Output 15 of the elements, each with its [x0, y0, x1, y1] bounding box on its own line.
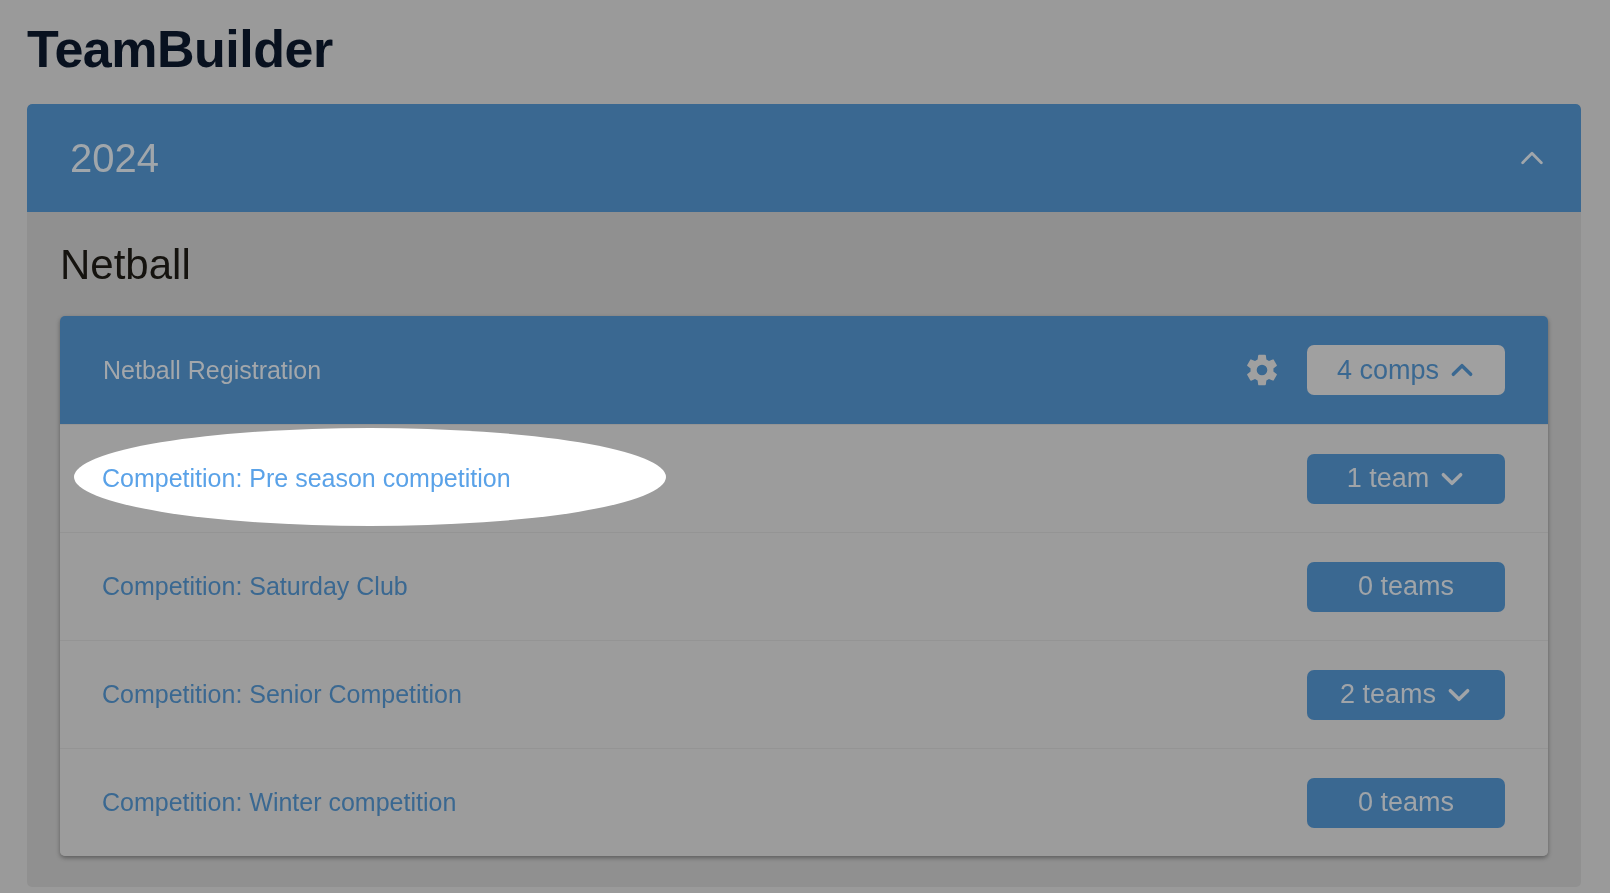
- teams-button[interactable]: 1 team: [1307, 453, 1505, 504]
- teams-button[interactable]: 2 teams: [1307, 669, 1505, 720]
- sport-heading: Netball: [59, 240, 192, 290]
- app-title: TeamBuilder: [27, 19, 334, 80]
- competition-link[interactable]: Competition: Senior Competition: [102, 680, 1307, 709]
- registration-title: Netball Registration: [103, 355, 323, 385]
- teams-button[interactable]: 0 teams: [1307, 561, 1505, 612]
- teams-button[interactable]: 0 teams: [1307, 777, 1505, 828]
- year-panel-header[interactable]: 2024: [27, 104, 1581, 212]
- competition-link[interactable]: Competition: Saturday Club: [102, 572, 1307, 601]
- settings-icon[interactable]: [1245, 353, 1279, 387]
- competition-link[interactable]: Competition: Pre season competition: [102, 464, 1307, 493]
- competition-link[interactable]: Competition: Winter competition: [102, 788, 1307, 817]
- comps-toggle-button[interactable]: 4 comps: [1307, 345, 1505, 395]
- year-title: 2024: [70, 135, 160, 181]
